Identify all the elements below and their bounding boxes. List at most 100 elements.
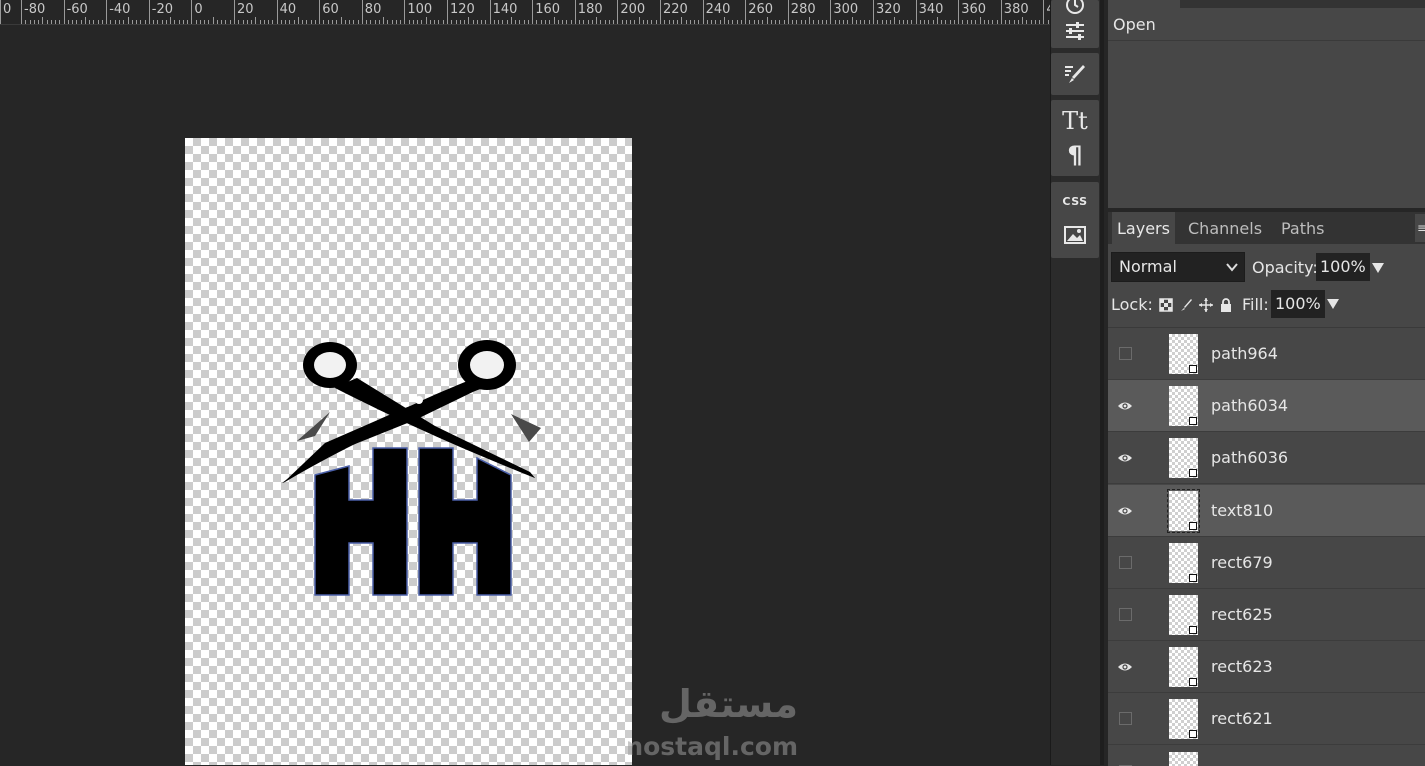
character-icon[interactable]: Tt xyxy=(1059,106,1091,136)
ruler-minor-tick xyxy=(970,20,972,24)
ruler-minor-tick xyxy=(1039,20,1041,24)
ruler-minor-tick xyxy=(476,20,478,24)
ruler-major-tick xyxy=(1000,0,1002,24)
css-icon[interactable]: CSS xyxy=(1059,186,1091,216)
lock-position-icon[interactable] xyxy=(1199,298,1213,312)
ruler-minor-tick xyxy=(924,20,926,24)
ruler-minor-tick xyxy=(668,20,670,24)
ruler-minor-tick xyxy=(55,20,57,24)
visibility-eye-icon[interactable] xyxy=(1118,399,1132,413)
visibility-toggle[interactable] xyxy=(1119,555,1132,569)
ruler-minor-tick xyxy=(775,20,777,24)
visibility-eye-icon[interactable] xyxy=(1118,451,1132,465)
brush-settings-icon[interactable] xyxy=(1059,59,1091,89)
visibility-toggle[interactable] xyxy=(1119,712,1132,726)
vector-badge-icon xyxy=(1189,573,1197,582)
tab-channels[interactable]: Channels xyxy=(1183,212,1267,244)
panel-menu-icon[interactable]: ≡ xyxy=(1415,214,1425,242)
history-panel: Open xyxy=(1108,0,1425,208)
ruler-minor-tick xyxy=(732,20,734,24)
blend-mode-select[interactable]: Normal xyxy=(1111,252,1245,282)
opacity-input[interactable]: 100% xyxy=(1316,253,1370,281)
history-item-open[interactable]: Open xyxy=(1108,8,1425,41)
ruler-major-tick xyxy=(361,0,363,24)
ruler-minor-tick xyxy=(689,20,691,24)
ruler-tick-label: 0 xyxy=(194,2,203,17)
ruler-minor-tick xyxy=(630,20,632,24)
ruler-tick-label: 180 xyxy=(577,2,603,17)
ruler-minor-tick xyxy=(651,20,653,24)
lock-transparency-icon[interactable] xyxy=(1159,298,1173,312)
history-tab[interactable] xyxy=(1108,0,1180,8)
ruler-minor-tick xyxy=(711,20,713,24)
ruler-minor-tick xyxy=(370,20,372,24)
visibility-toggle[interactable] xyxy=(1119,347,1132,360)
ruler-major-tick xyxy=(148,0,150,24)
horizontal-ruler[interactable]: 0 -80 -60 -40 -20 0 20 40 60 80 100 120 140 160 180 200… xyxy=(0,0,1050,25)
tab-layers[interactable]: Layers xyxy=(1112,212,1175,244)
layer-name: rect623 xyxy=(1211,657,1273,677)
ruler-tick-label: 100 xyxy=(407,2,433,17)
layer-row-rect623[interactable]: rect623 xyxy=(1108,641,1425,694)
ruler-minor-tick xyxy=(42,17,44,24)
vector-badge-icon xyxy=(1189,521,1197,530)
tab-paths[interactable]: Paths xyxy=(1276,212,1329,244)
ruler-minor-tick xyxy=(391,20,393,24)
ruler-minor-tick xyxy=(336,20,338,24)
ruler-minor-tick xyxy=(425,17,427,24)
visibility-toggle[interactable] xyxy=(1119,608,1132,621)
ruler-minor-tick xyxy=(698,20,700,24)
layer-row-text810[interactable]: text810 xyxy=(1108,484,1425,537)
ruler-minor-tick xyxy=(953,20,955,24)
ruler-minor-tick xyxy=(536,20,538,24)
fill-input[interactable]: 100% xyxy=(1271,290,1325,318)
paragraph-icon[interactable]: ¶ xyxy=(1059,140,1091,170)
ruler-minor-tick xyxy=(114,20,116,24)
adjustments-icon[interactable] xyxy=(1059,16,1091,46)
image-icon[interactable] xyxy=(1059,220,1091,250)
ruler-minor-tick xyxy=(749,20,751,24)
ruler-minor-tick xyxy=(634,20,636,24)
ruler-minor-tick xyxy=(280,20,282,24)
layer-name: text810 xyxy=(1211,500,1274,520)
layer-row-rect679[interactable]: rect679 xyxy=(1108,536,1425,589)
vector-badge-icon xyxy=(1189,365,1197,373)
layer-thumbnail xyxy=(1169,647,1198,688)
ruler-major-tick xyxy=(191,0,193,24)
ruler-minor-tick xyxy=(366,20,368,24)
ruler-minor-tick xyxy=(945,20,947,24)
opacity-slider-toggle-icon[interactable] xyxy=(1372,263,1384,273)
ruler-minor-tick xyxy=(153,20,155,24)
ruler-minor-tick xyxy=(1017,20,1019,24)
canvas-workspace[interactable]: مستقل mostaql.com xyxy=(0,25,1050,765)
lock-pixels-icon[interactable] xyxy=(1179,298,1193,312)
ruler-minor-tick xyxy=(67,20,69,24)
layer-row-rect621[interactable]: rect621 xyxy=(1108,693,1425,746)
history-tab-strip xyxy=(1108,0,1425,8)
document-canvas[interactable] xyxy=(185,138,632,765)
ruler-minor-tick xyxy=(493,20,495,24)
visibility-eye-icon[interactable] xyxy=(1118,660,1132,674)
visibility-eye-icon[interactable] xyxy=(1118,504,1132,518)
layer-row-path964[interactable]: path964 xyxy=(1108,328,1425,380)
layer-row-rect625[interactable]: rect625 xyxy=(1108,589,1425,641)
ruler-minor-tick xyxy=(38,20,40,24)
logo-artwork[interactable] xyxy=(185,138,632,765)
layer-name: rect625 xyxy=(1211,605,1273,624)
layer-row[interactable] xyxy=(1108,745,1425,766)
ruler-minor-tick xyxy=(779,20,781,24)
layer-row-path6034[interactable]: path6034 xyxy=(1108,380,1425,433)
text810-letters xyxy=(314,447,512,596)
layer-row-path6036[interactable]: path6036 xyxy=(1108,432,1425,485)
ruler-minor-tick xyxy=(988,20,990,24)
ruler-minor-tick xyxy=(625,20,627,24)
layer-list[interactable]: path964 path6034 path6036 text810 rect679 rec… xyxy=(1108,327,1425,766)
layer-name: path6034 xyxy=(1211,396,1289,416)
fill-slider-toggle-icon[interactable] xyxy=(1327,299,1339,309)
layer-thumbnail xyxy=(1169,438,1198,479)
ruler-minor-tick xyxy=(268,20,270,24)
ruler-minor-tick xyxy=(246,20,248,24)
ruler-minor-tick xyxy=(540,20,542,24)
lock-all-icon[interactable] xyxy=(1219,298,1233,312)
vector-badge-icon xyxy=(1189,469,1197,478)
